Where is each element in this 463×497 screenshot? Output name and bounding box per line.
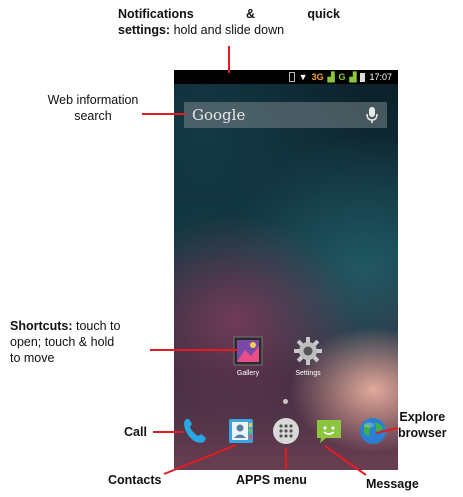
google-search-bar[interactable]: Google (184, 102, 387, 128)
explore-line1: Explore (399, 410, 446, 424)
shortcuts-bold: Shortcuts: (10, 319, 73, 333)
settings-label: Settings (295, 370, 321, 377)
battery-icon (360, 72, 366, 82)
shortcuts-line3: to move (10, 351, 55, 365)
settings-word: settings: (118, 23, 171, 37)
call-annotation: Call (124, 425, 147, 439)
web-search-line1: Web information (47, 93, 139, 107)
phone-screen: ▼ 3G ▟ G ▟ 17:07 Google Gallery Settings (174, 70, 398, 470)
gallery-label: Gallery (236, 370, 260, 377)
web-search-annotation: Web information search (34, 92, 152, 124)
ampersand-word: & (246, 7, 256, 21)
web-search-line2: search (74, 109, 112, 123)
apps-grid-icon[interactable] (271, 416, 301, 446)
status-time: 17:07 (369, 72, 392, 82)
google-search-label: Google (192, 106, 246, 124)
signal-type: G (338, 72, 346, 82)
shortcuts-annotation: Shortcuts: touch to open; touch & hold t… (10, 318, 150, 366)
explore-line2: browser (398, 426, 447, 440)
globe-icon[interactable] (358, 416, 388, 446)
settings-gear-icon (293, 336, 323, 366)
page-indicator-dot (283, 399, 288, 404)
vibrate-icon (288, 72, 295, 82)
network-type: 3G (311, 72, 324, 82)
settings-shortcut[interactable]: Settings (286, 336, 330, 377)
quick-word: quick (307, 7, 340, 21)
signal-icon: ▟ (327, 71, 335, 82)
gallery-icon (233, 336, 263, 366)
shortcuts-line1: touch to (72, 319, 121, 333)
apps-menu-annotation: APPS menu (236, 473, 307, 487)
shortcuts-line2: open; touch & hold (10, 335, 115, 349)
notifications-annotation: Notifications & quick settings: hold and… (118, 6, 340, 38)
contacts-annotation: Contacts (108, 473, 162, 487)
message-icon[interactable] (314, 416, 344, 446)
microphone-icon[interactable] (365, 106, 379, 124)
notifications-instruction: hold and slide down (170, 23, 285, 37)
dock (174, 412, 398, 452)
wifi-icon: ▼ (298, 72, 308, 82)
gallery-shortcut[interactable]: Gallery (226, 336, 270, 377)
phone-icon[interactable] (180, 416, 210, 446)
signal-bars-icon: ▟ (349, 71, 357, 82)
message-annotation: Message (366, 477, 419, 491)
notifications-word: Notifications (118, 7, 194, 21)
explore-annotation: Explore browser (398, 409, 447, 441)
status-bar[interactable]: ▼ 3G ▟ G ▟ 17:07 (174, 70, 398, 84)
contacts-icon[interactable] (226, 416, 256, 446)
